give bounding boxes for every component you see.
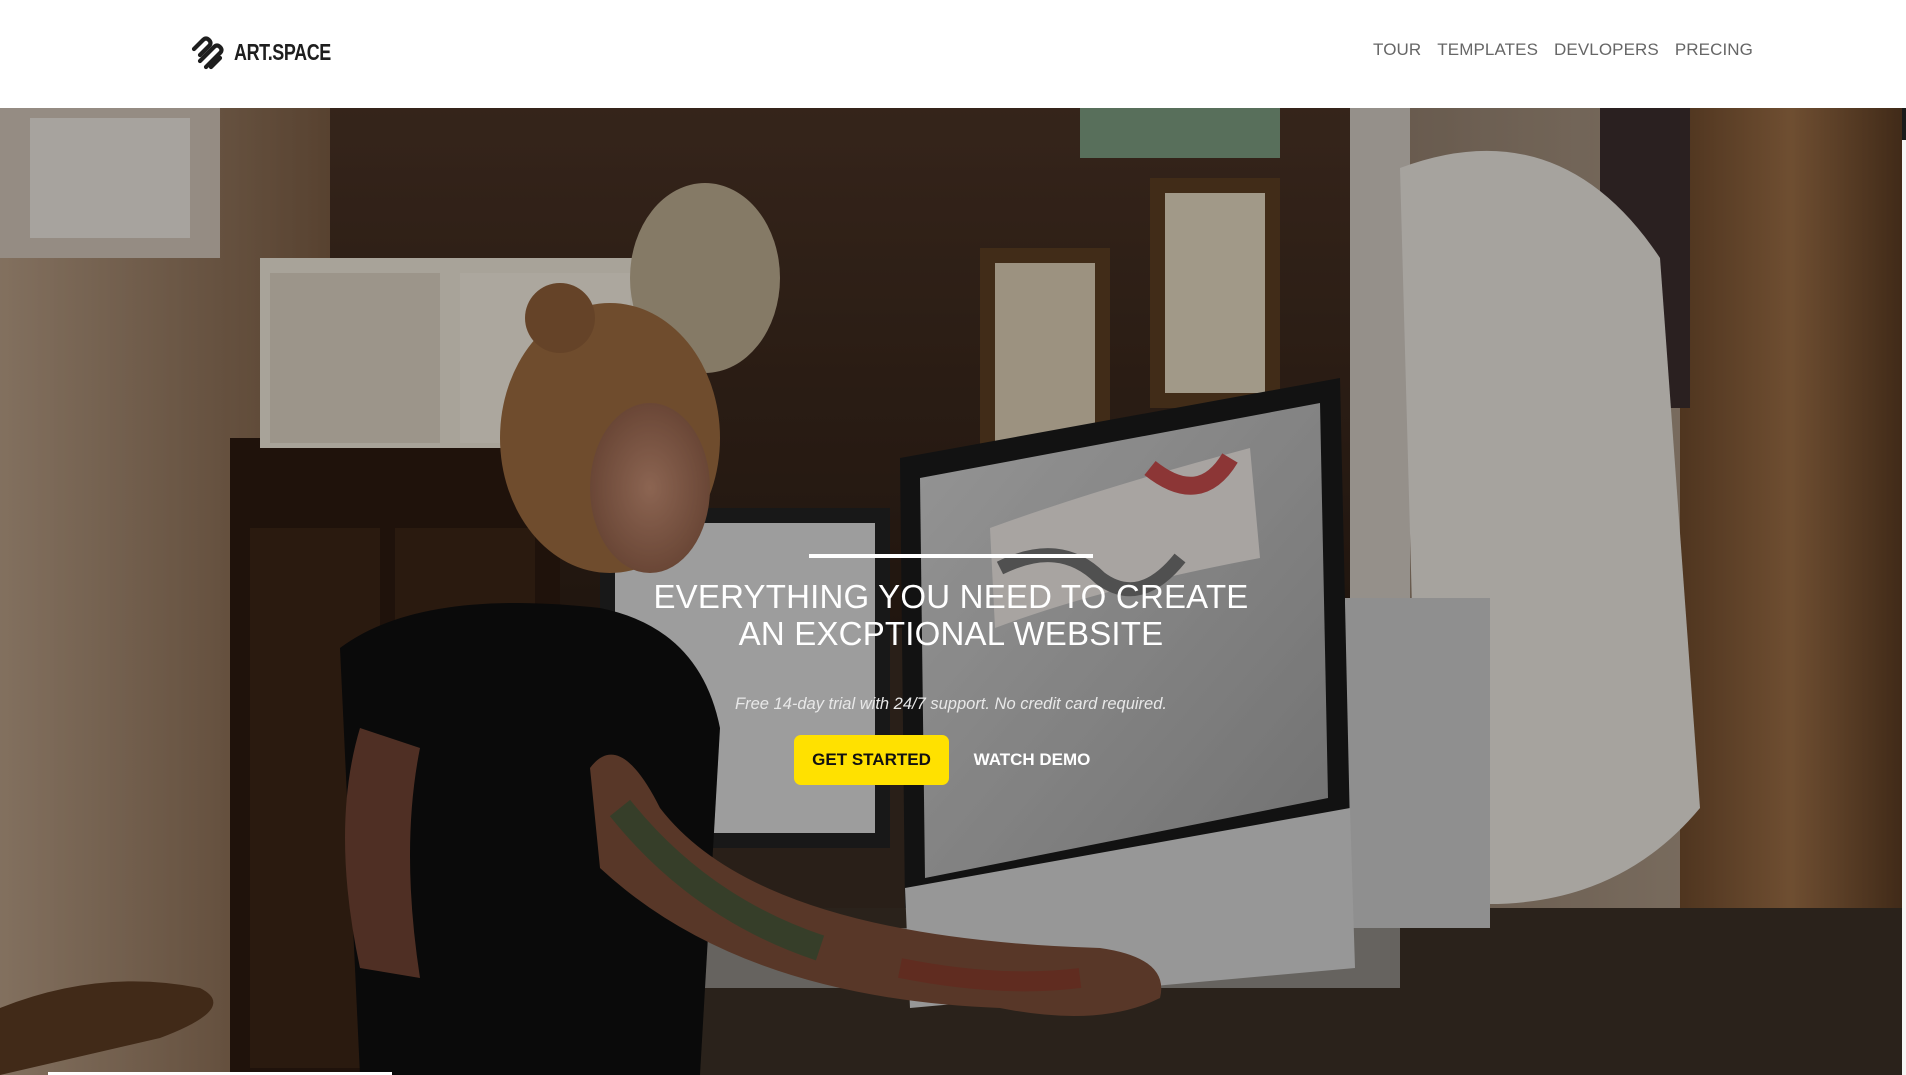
artspace-logo-icon — [191, 36, 224, 70]
page-scrollbar[interactable] — [1902, 0, 1906, 1075]
nav-link-templates[interactable]: TEMPLATES — [1437, 40, 1538, 60]
brand-name: ART.SPACE — [234, 38, 331, 65]
nav-link-developers[interactable]: DEVLOPERS — [1554, 40, 1659, 60]
main-nav: TOUR TEMPLATES DEVLOPERS PRECING — [1373, 40, 1753, 60]
hero-title-rule — [809, 554, 1093, 558]
brand-logo[interactable]: ART.SPACE — [190, 32, 358, 72]
watch-demo-button[interactable]: WATCH DEMO — [964, 735, 1100, 785]
hero-subtitle: Free 14-day trial with 24/7 support. No … — [735, 695, 1167, 713]
nav-link-tour[interactable]: TOUR — [1373, 40, 1421, 60]
hero-title-line-2: AN EXCPTIONAL WEBSITE — [738, 615, 1164, 652]
hero-title: EVERYTHING YOU NEED TO CREATE AN EXCPTIO… — [551, 578, 1351, 652]
get-started-button[interactable]: GET STARTED — [794, 735, 949, 785]
hero-section: EVERYTHING YOU NEED TO CREATE AN EXCPTIO… — [0, 108, 1902, 1075]
nav-link-pricing[interactable]: PRECING — [1675, 40, 1753, 60]
hero-title-line-1: EVERYTHING YOU NEED TO CREATE — [653, 578, 1249, 615]
site-header: ART.SPACE TOUR TEMPLATES DEVLOPERS PRECI… — [0, 0, 1906, 108]
